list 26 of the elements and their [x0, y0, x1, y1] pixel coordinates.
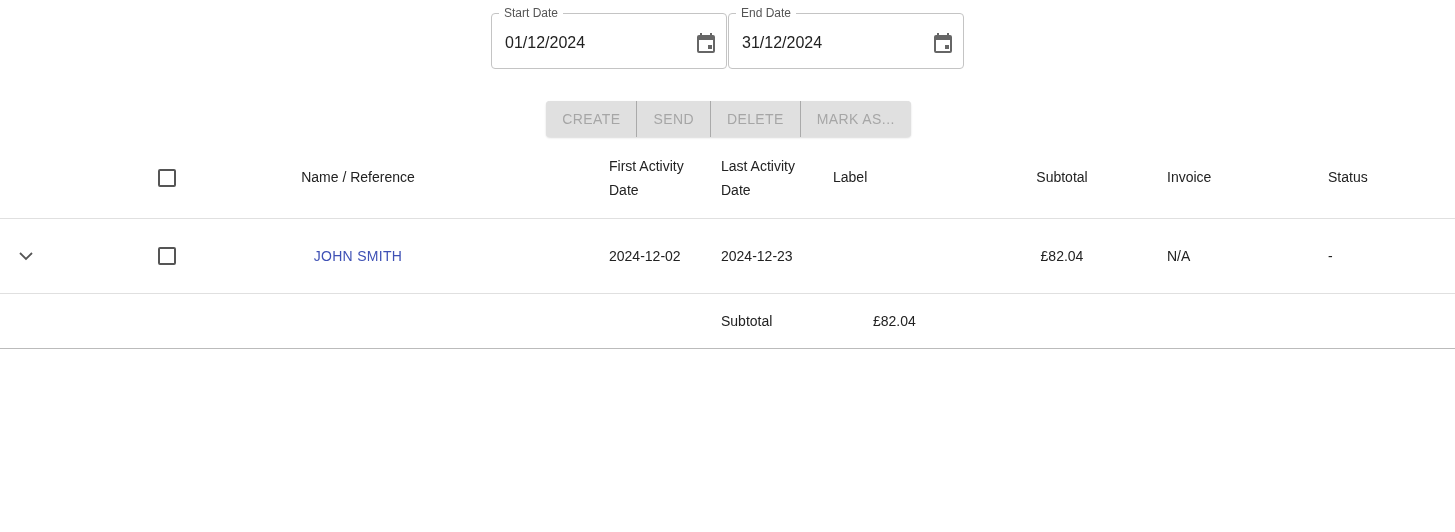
table-cell-text: 2024-12-02 — [608, 246, 682, 266]
column-header: Name / Reference — [301, 169, 415, 185]
field-label: Start Date — [503, 6, 560, 20]
footer-total: £82.04 — [872, 311, 917, 331]
column-header: Label — [832, 168, 869, 187]
calendar-icon[interactable] — [696, 32, 716, 54]
checkbox[interactable] — [158, 168, 176, 187]
field-label: End Date — [740, 6, 793, 20]
table-cell-text: £82.04 — [1039, 246, 1085, 266]
chevron-down-icon[interactable] — [19, 251, 33, 261]
date-value: 01/12/2024 — [505, 33, 586, 53]
column-header: First Activity Date — [608, 156, 685, 200]
table-cell-text: 2024-12-23 — [720, 246, 794, 266]
date-field[interactable]: Start Date 01/12/2024 — [491, 6, 727, 69]
table-cell-text: N/A — [1166, 246, 1192, 266]
calendar-icon[interactable] — [933, 32, 953, 54]
checkbox[interactable] — [158, 247, 176, 265]
column-header: Status — [1327, 168, 1369, 187]
column-header: Last Activity Date — [720, 156, 796, 200]
column-header: Invoice — [1166, 168, 1213, 187]
footer-label: Subtotal — [720, 311, 774, 331]
column-header: Subtotal — [1035, 168, 1089, 187]
date-field[interactable]: End Date 31/12/2024 — [728, 6, 964, 69]
table-cell-text: - — [1327, 246, 1334, 266]
name-link[interactable]: JOHN SMITH — [313, 247, 403, 264]
date-value: 31/12/2024 — [742, 33, 823, 53]
